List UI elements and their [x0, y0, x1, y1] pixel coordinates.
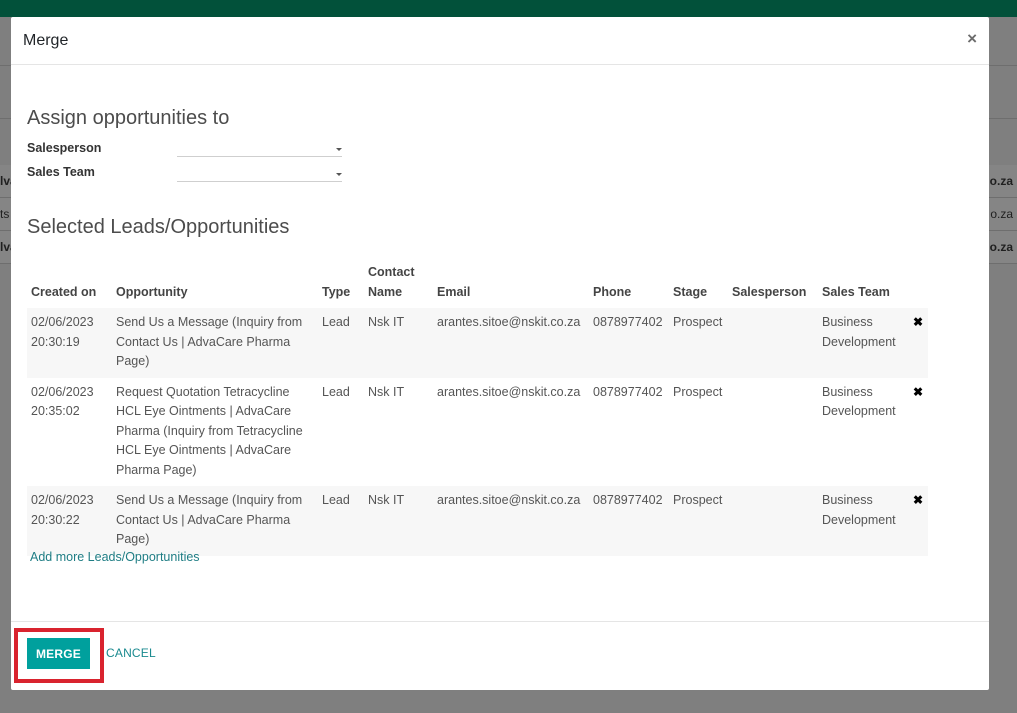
table-row[interactable]: 02/06/2023 20:30:22 Send Us a Message (I… [27, 486, 928, 556]
cell-phone: 0878977402 [593, 384, 663, 399]
add-more-leads-link[interactable]: Add more Leads/Opportunities [30, 550, 200, 564]
cell-contact-name: Nsk IT [368, 384, 405, 399]
cell-stage: Prospect [669, 308, 728, 378]
cell-type: Lead [318, 308, 364, 378]
remove-row-icon[interactable]: ✖ [913, 493, 923, 507]
cancel-button[interactable]: CANCEL [106, 646, 156, 660]
cell-salesperson [728, 308, 818, 378]
leads-table: Created on Opportunity Type Contact Name… [27, 262, 928, 556]
cell-phone: 0878977402 [589, 486, 669, 556]
cell-sales-team: Business Development [822, 384, 896, 419]
dialog-header: Merge × [11, 17, 989, 65]
assign-section-title: Assign opportunities to [27, 107, 230, 129]
salesperson-select[interactable] [177, 143, 342, 157]
column-header[interactable]: Created on [27, 262, 112, 308]
cell-opportunity: Send Us a Message (Inquiry from Contact … [112, 308, 318, 378]
column-header[interactable]: Stage [669, 262, 728, 308]
bg-row-text: o.za [989, 174, 1013, 188]
dialog-title: Merge [23, 32, 69, 49]
remove-row-icon[interactable]: ✖ [913, 315, 923, 329]
cell-salesperson [728, 486, 818, 556]
app-top-bar [0, 0, 1017, 17]
close-icon[interactable]: × [967, 30, 977, 47]
cell-email: arantes.sitoe@nskit.co.za [433, 486, 589, 556]
bg-row-text: ts [0, 207, 10, 221]
cell-stage: Prospect [673, 384, 723, 399]
cell-type: Lead [322, 384, 350, 399]
bg-row-text: o.za [990, 207, 1013, 221]
cell-stage: Prospect [669, 486, 728, 556]
selected-section-title: Selected Leads/Opportunities [27, 216, 290, 238]
column-header[interactable]: Sales Team [818, 262, 909, 308]
cell-salesperson [728, 378, 818, 487]
bg-row-text: o.za [989, 240, 1013, 254]
table-row[interactable]: 02/06/2023 20:30:19 Send Us a Message (I… [27, 308, 928, 378]
column-header[interactable]: Type [318, 262, 364, 308]
merge-dialog: Merge × Assign opportunities to Salesper… [11, 17, 989, 690]
remove-row-icon[interactable]: ✖ [913, 385, 923, 399]
sales-team-select[interactable] [177, 168, 342, 182]
column-header[interactable]: Opportunity [112, 262, 318, 308]
cell-sales-team: Business Development [818, 308, 909, 378]
table-header-row: Created on Opportunity Type Contact Name… [27, 262, 928, 308]
cell-contact-name: Nsk IT [364, 308, 433, 378]
column-header[interactable]: Phone [589, 262, 669, 308]
dialog-footer: MERGE CANCEL [11, 621, 989, 690]
cell-phone: 0878977402 [589, 308, 669, 378]
column-header-remove [909, 262, 928, 308]
caret-down-icon [336, 148, 342, 151]
cell-opportunity: Request Quotation Tetracycline HCL Eye O… [116, 384, 303, 477]
cell-sales-team: Business Development [818, 486, 909, 556]
cell-opportunity: Send Us a Message (Inquiry from Contact … [112, 486, 318, 556]
caret-down-icon [336, 173, 342, 176]
cell-created-on: 02/06/2023 20:30:19 [27, 308, 112, 378]
merge-button[interactable]: MERGE [27, 638, 90, 669]
sales-team-label: Sales Team [27, 165, 95, 179]
cell-email: arantes.sitoe@nskit.co.za [437, 384, 581, 399]
column-header[interactable]: Contact Name [364, 262, 433, 308]
cell-email: arantes.sitoe@nskit.co.za [433, 308, 589, 378]
salesperson-label: Salesperson [27, 141, 102, 155]
cell-created-on: 02/06/2023 20:35:02 [31, 384, 94, 419]
column-header[interactable]: Email [433, 262, 589, 308]
cell-type: Lead [318, 486, 364, 556]
column-header[interactable]: Salesperson [728, 262, 818, 308]
cell-created-on: 02/06/2023 20:30:22 [27, 486, 112, 556]
cell-contact-name: Nsk IT [364, 486, 433, 556]
table-row[interactable]: 02/06/2023 20:35:02 Request Quotation Te… [27, 378, 928, 487]
